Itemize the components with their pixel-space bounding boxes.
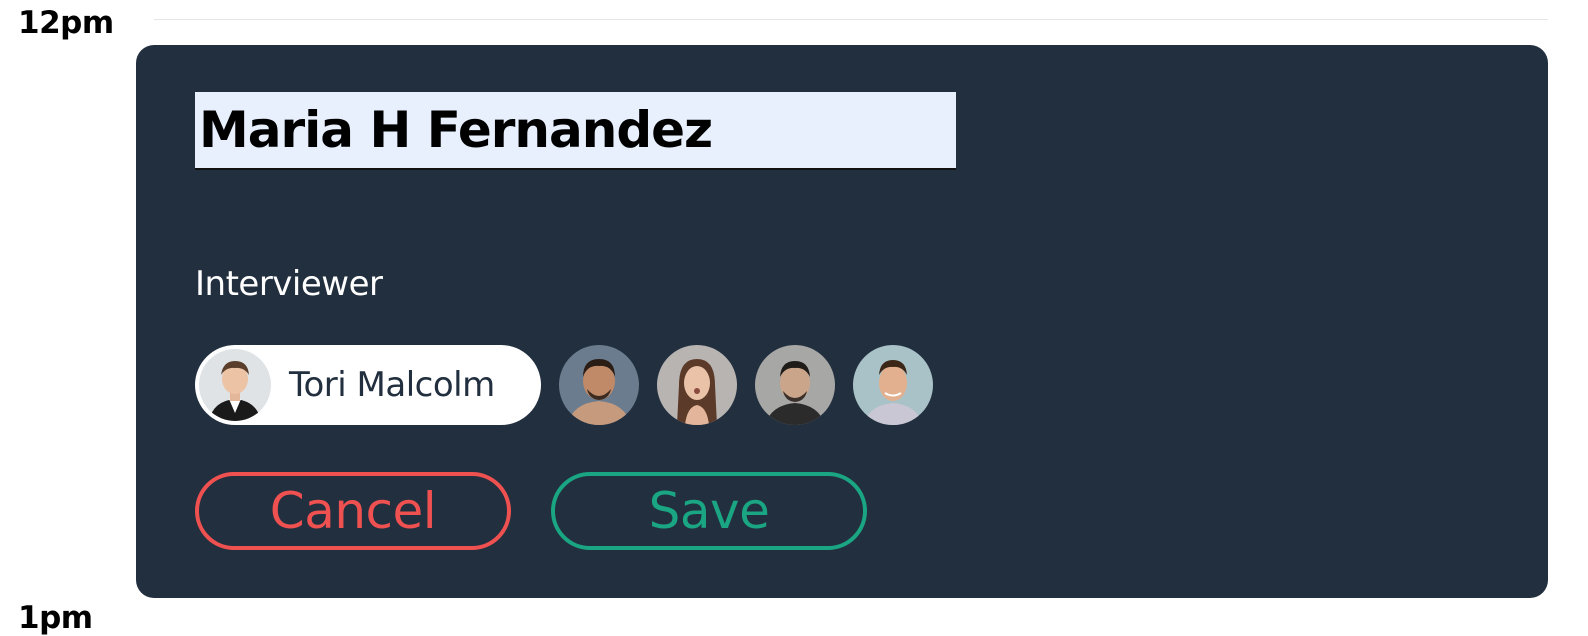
time-label-1pm: 1pm bbox=[18, 600, 93, 636]
event-edit-card: Interviewer Tori Malcolm bbox=[136, 45, 1548, 598]
cancel-button[interactable]: Cancel bbox=[195, 472, 511, 550]
interviewer-label: Interviewer bbox=[195, 264, 383, 304]
person-avatar-icon bbox=[657, 345, 737, 425]
interviewer-avatar-3[interactable] bbox=[755, 345, 835, 425]
interviewer-picker: Tori Malcolm bbox=[195, 345, 933, 425]
person-avatar-icon bbox=[199, 349, 271, 421]
person-avatar-icon bbox=[755, 345, 835, 425]
save-button[interactable]: Save bbox=[551, 472, 867, 550]
interviewer-avatar-1[interactable] bbox=[559, 345, 639, 425]
event-title-input[interactable] bbox=[195, 92, 956, 170]
interviewer-avatar-2[interactable] bbox=[657, 345, 737, 425]
selected-interviewer-chip[interactable]: Tori Malcolm bbox=[195, 345, 541, 425]
selected-interviewer-name: Tori Malcolm bbox=[289, 365, 495, 405]
interviewer-avatar-4[interactable] bbox=[853, 345, 933, 425]
time-label-12pm: 12pm bbox=[18, 5, 114, 41]
hour-divider bbox=[154, 19, 1548, 20]
person-avatar-icon bbox=[853, 345, 933, 425]
person-avatar-icon bbox=[559, 345, 639, 425]
